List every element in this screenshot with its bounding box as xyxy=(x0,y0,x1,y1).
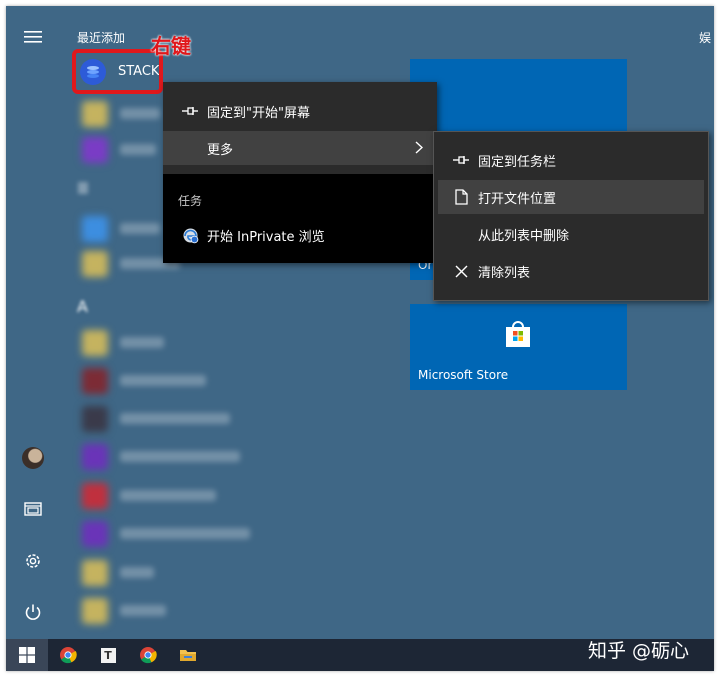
group-letter-a: A xyxy=(77,297,88,316)
windows-logo-icon[interactable] xyxy=(6,639,48,671)
list-item[interactable] xyxy=(78,481,328,511)
annotation-highlight-box xyxy=(72,49,163,94)
list-item[interactable] xyxy=(78,596,328,626)
submenu: 固定到任务栏 打开文件位置 从此列表中删除 清除列表 xyxy=(433,131,709,301)
menu-item-more[interactable]: 更多 xyxy=(163,131,437,165)
power-icon[interactable] xyxy=(18,597,48,627)
chrome-icon[interactable] xyxy=(128,639,168,671)
chrome-icon[interactable] xyxy=(48,639,88,671)
file-icon xyxy=(446,189,476,205)
pin-icon xyxy=(175,106,205,116)
avatar[interactable] xyxy=(18,443,48,473)
tile-top[interactable] xyxy=(410,59,627,131)
list-item[interactable] xyxy=(78,404,328,434)
section-recent-heading: 最近添加 xyxy=(77,31,126,45)
menu-item-clear-list[interactable]: 清除列表 xyxy=(434,254,708,288)
tile-microsoft-store[interactable]: Microsoft Store xyxy=(410,304,627,390)
close-icon xyxy=(446,265,476,278)
list-item[interactable] xyxy=(78,519,328,549)
watermark: 知乎 @砺心 xyxy=(588,640,690,662)
folder-icon[interactable] xyxy=(168,639,208,671)
menu-item-pin-to-taskbar[interactable]: 固定到任务栏 xyxy=(434,143,708,177)
start-menu-window: 最近添加 娱 STACK 右键 A Or Microsoft Store 固定到… xyxy=(6,6,714,671)
group-heading-partial: 娱 xyxy=(699,31,712,45)
list-item[interactable] xyxy=(78,558,328,588)
list-item[interactable] xyxy=(78,328,328,358)
tasks-header: 任务 xyxy=(178,194,203,208)
menu-item-inprivate[interactable]: 开始 InPrivate 浏览 xyxy=(163,218,437,252)
file-explorer-icon[interactable] xyxy=(18,494,48,524)
tile-label: Microsoft Store xyxy=(418,368,509,382)
store-icon xyxy=(502,318,534,350)
context-menu: 固定到"开始"屏幕 更多 任务 开始 InPrivate 浏览 xyxy=(163,82,437,263)
list-item[interactable] xyxy=(78,366,328,396)
menu-item-remove-from-list[interactable]: 从此列表中删除 xyxy=(434,217,708,251)
menu-item-open-file-location[interactable]: 打开文件位置 xyxy=(438,180,704,214)
list-item[interactable] xyxy=(78,442,328,472)
edge-icon xyxy=(175,227,205,244)
pin-icon xyxy=(446,155,476,165)
menu-item-pin-to-start[interactable]: 固定到"开始"屏幕 xyxy=(163,94,437,128)
typora-icon[interactable]: T xyxy=(88,639,128,671)
tasks-section: 任务 开始 InPrivate 浏览 xyxy=(163,174,437,263)
annotation-label: 右键 xyxy=(151,34,191,58)
hamburger-icon[interactable] xyxy=(18,22,48,52)
group-letter-hash xyxy=(78,182,88,194)
settings-icon[interactable] xyxy=(18,546,48,576)
chevron-right-icon xyxy=(415,141,424,158)
